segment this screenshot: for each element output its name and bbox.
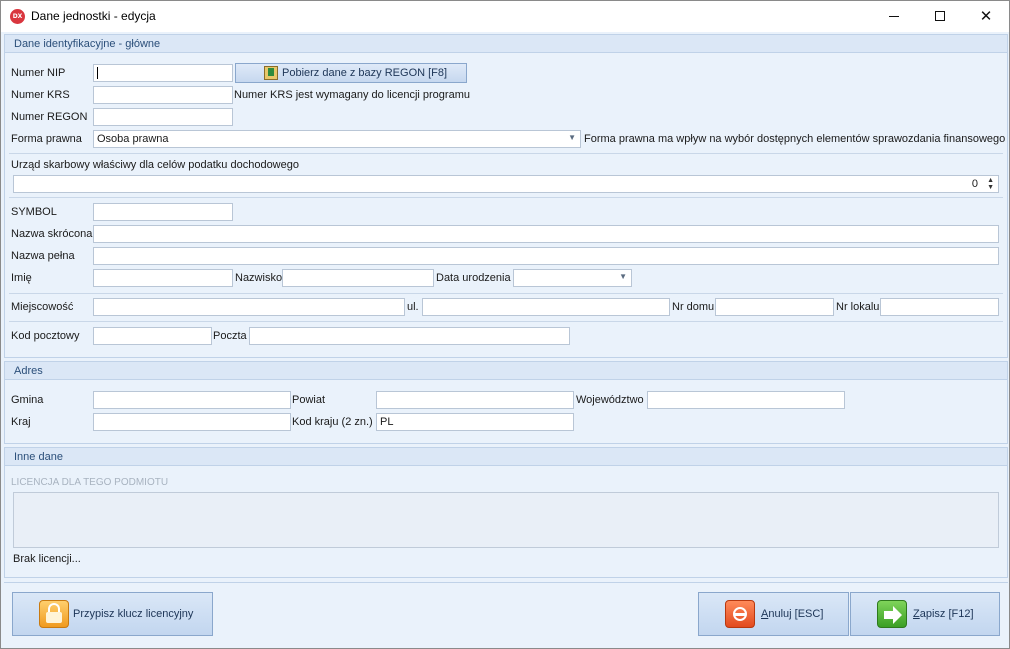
cancel-label-rest: nuluj [ESC] <box>768 608 824 620</box>
imie-input[interactable] <box>93 269 233 287</box>
dropdown-arrow-icon: ▼ <box>568 133 576 142</box>
close-icon: ✕ <box>979 7 993 25</box>
group-main-header[interactable]: Dane identyfikacyjne - główne <box>5 35 1007 53</box>
divider <box>9 293 1003 294</box>
data-urodzenia-label: Data urodzenia <box>436 272 511 284</box>
forma-prawna-select[interactable]: Osoba prawna ▼ <box>93 130 581 148</box>
brak-licencji-text: Brak licencji... <box>13 553 81 565</box>
nr-domu-label: Nr domu <box>672 301 715 313</box>
spin-down-icon[interactable]: ▼ <box>987 184 994 191</box>
kod-pocztowy-input[interactable] <box>93 327 212 345</box>
nr-domu-input[interactable] <box>715 298 834 316</box>
divider <box>9 153 1003 154</box>
maximize-button[interactable] <box>917 1 963 32</box>
nazwa-pelna-label: Nazwa pełna <box>11 250 75 262</box>
kod-pocztowy-label: Kod pocztowy <box>11 330 80 342</box>
divider <box>9 321 1003 322</box>
minimize-button[interactable] <box>871 1 917 32</box>
imie-label: Imię <box>11 272 32 284</box>
symbol-input[interactable] <box>93 203 233 221</box>
assign-license-key-label: Przypisz klucz licencyjny <box>73 608 194 620</box>
powiat-label: Powiat <box>292 394 326 406</box>
edit-window: DX Dane jednostki - edycja ✕ Dane identy… <box>0 0 1010 649</box>
nazwa-skrocona-label: Nazwa skrócona <box>11 228 93 240</box>
urzad-skarbowy-value: 0 <box>971 178 978 190</box>
cancel-button[interactable]: Anuluj [ESC] <box>698 592 849 636</box>
ulica-input[interactable] <box>422 298 670 316</box>
kod-kraju-value: PL <box>380 416 394 428</box>
arrow-right-icon <box>877 600 907 628</box>
wojewodztwo-label: Województwo <box>576 394 644 406</box>
group-adres-header[interactable]: Adres <box>5 362 1007 380</box>
cancel-label: Anuluj [ESC] <box>761 608 823 620</box>
app-logo-icon: DX <box>10 9 25 24</box>
urzad-skarbowy-spinner[interactable]: 0 ▲ ▼ <box>13 175 999 193</box>
nip-input[interactable] <box>93 64 233 82</box>
forma-prawna-note: Forma prawna ma wpływ na wybór dostępnyc… <box>584 133 1006 145</box>
group-main-title: Dane identyfikacyjne - główne <box>14 38 161 50</box>
nazwisko-label: Nazwisko <box>235 272 283 284</box>
title-bar[interactable]: DX Dane jednostki - edycja ✕ <box>1 1 1009 32</box>
forma-prawna-label: Forma prawna <box>11 133 82 145</box>
kod-kraju-label: Kod kraju (2 zn.) <box>292 416 373 428</box>
poczta-input[interactable] <box>249 327 570 345</box>
powiat-input[interactable] <box>376 391 574 409</box>
krs-label: Numer KRS <box>11 89 70 101</box>
forma-prawna-value: Osoba prawna <box>97 133 169 145</box>
spin-up-icon[interactable]: ▲ <box>987 177 994 184</box>
save-label-rest: apisz [F12] <box>919 608 974 620</box>
divider <box>9 197 1003 198</box>
symbol-label: SYMBOL <box>11 206 57 218</box>
poczta-label: Poczta <box>213 330 247 342</box>
kraj-input[interactable] <box>93 413 291 431</box>
maximize-icon <box>935 11 945 21</box>
text-cursor <box>97 67 98 79</box>
licencja-box <box>13 492 999 548</box>
licencja-section-title: LICENCJA DLA TEGO PODMIOTU <box>11 477 169 488</box>
regon-input[interactable] <box>93 108 233 126</box>
gmina-input[interactable] <box>93 391 291 409</box>
lock-icon <box>39 600 69 628</box>
nr-lokalu-input[interactable] <box>880 298 999 316</box>
nip-label: Numer NIP <box>11 67 66 79</box>
urzad-skarbowy-label: Urząd skarbowy właściwy dla celów podatk… <box>11 159 299 171</box>
krs-note: Numer KRS jest wymagany do licencji prog… <box>234 89 470 101</box>
cancel-icon <box>725 600 755 628</box>
save-label: Zapisz [F12] <box>913 608 974 620</box>
close-button[interactable]: ✕ <box>963 1 1009 32</box>
window-title: Dane jednostki - edycja <box>31 9 156 23</box>
group-inne-header[interactable]: Inne dane <box>5 448 1007 466</box>
fetch-regon-button[interactable]: Pobierz dane z bazy REGON [F8] <box>235 63 467 83</box>
kod-kraju-input[interactable]: PL <box>376 413 574 431</box>
group-inne-title: Inne dane <box>14 451 63 463</box>
kraj-label: Kraj <box>11 416 31 428</box>
ulica-label: ul. <box>407 301 419 313</box>
group-adres-title: Adres <box>14 365 43 377</box>
fetch-regon-label: Pobierz dane z bazy REGON [F8] <box>282 67 448 79</box>
assign-license-key-button[interactable]: Przypisz klucz licencyjny <box>12 592 213 636</box>
krs-input[interactable] <box>93 86 233 104</box>
nazwa-skrocona-input[interactable] <box>93 225 999 243</box>
miejscowosc-label: Miejscowość <box>11 301 74 313</box>
data-urodzenia-picker[interactable]: ▼ <box>513 269 632 287</box>
gmina-label: Gmina <box>11 394 44 406</box>
nr-lokalu-label: Nr lokalu <box>836 301 880 313</box>
wojewodztwo-input[interactable] <box>647 391 845 409</box>
save-button[interactable]: Zapisz [F12] <box>850 592 1000 636</box>
save-accelerator: Z <box>913 608 920 620</box>
nazwa-pelna-input[interactable] <box>93 247 999 265</box>
dropdown-arrow-icon: ▼ <box>619 272 627 281</box>
minimize-icon <box>889 16 899 17</box>
download-icon <box>264 66 278 80</box>
regon-label: Numer REGON <box>11 111 88 123</box>
nazwisko-input[interactable] <box>282 269 434 287</box>
miejscowosc-input[interactable] <box>93 298 405 316</box>
